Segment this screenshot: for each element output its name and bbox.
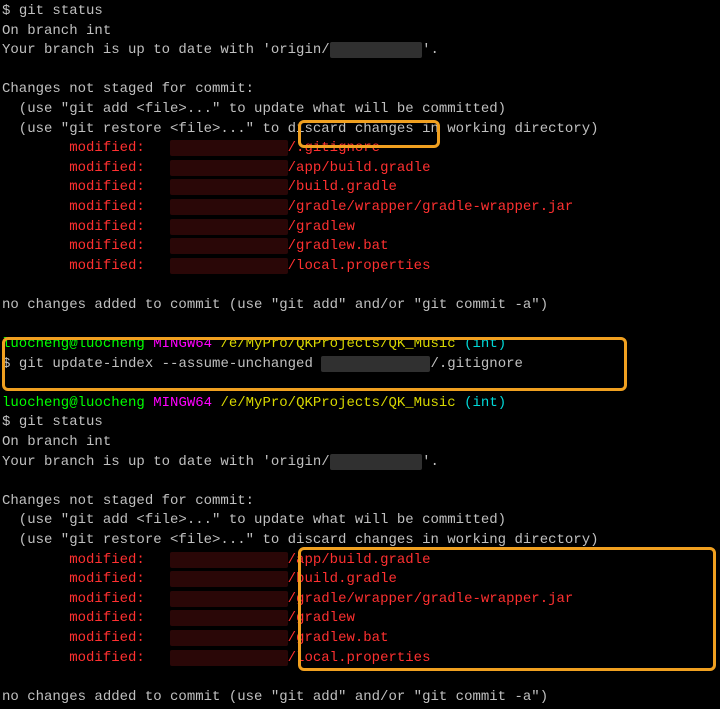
redacted-path: xxxxxxxxxxxxxx	[170, 179, 288, 195]
modified-label: modified:	[2, 591, 170, 607]
command-text: git update-index --assume-unchanged	[19, 356, 321, 372]
ps1-path: /e/MyPro/QKProjects/QK_Music	[220, 395, 455, 411]
command-text: /.gitignore	[430, 356, 522, 372]
file-path: /build.gradle	[288, 571, 397, 587]
prompt-symbol: $	[2, 356, 19, 372]
changes-header: Changes not staged for commit:	[2, 80, 718, 100]
hint-text: (use "git add <file>..." to update what …	[2, 511, 718, 531]
file-path: /gradlew.bat	[288, 630, 389, 646]
command-text: git status	[19, 414, 103, 430]
file-path: /.gitignore	[288, 140, 380, 156]
modified-label: modified:	[2, 552, 170, 568]
file-path: /app/build.gradle	[288, 160, 431, 176]
uptodate-text: Your branch is up to date with 'origin/	[2, 42, 330, 58]
redacted-path: xxxxxxxxxxxxxx	[170, 591, 288, 607]
modified-label: modified:	[2, 199, 170, 215]
ps1-branch: (int)	[464, 336, 506, 352]
redacted-path: xxxxxxxxxxxxxx	[170, 238, 288, 254]
modified-label: modified:	[2, 630, 170, 646]
ps1-user: luocheng@luocheng	[2, 395, 145, 411]
file-path: /app/build.gradle	[288, 552, 431, 568]
file-path: /gradle/wrapper/gradle-wrapper.jar	[288, 591, 574, 607]
redacted-path: xxxxxxxxxxxxxx	[170, 219, 288, 235]
modified-label: modified:	[2, 258, 170, 274]
modified-label: modified:	[2, 238, 170, 254]
file-path: /gradlew	[288, 219, 355, 235]
command-text: git status	[19, 3, 103, 19]
modified-label: modified:	[2, 610, 170, 626]
no-changes-text: no changes added to commit (use "git add…	[2, 688, 718, 708]
redacted-path: xxxxxxxxxxxxxx	[170, 630, 288, 646]
no-changes-text: no changes added to commit (use "git add…	[2, 296, 718, 316]
hint-text: (use "git restore <file>..." to discard …	[2, 120, 718, 140]
file-path: /local.properties	[288, 650, 431, 666]
ps1-mingw: MINGW64	[153, 336, 212, 352]
redacted-path: xxxxxxxxxxxxxx	[170, 552, 288, 568]
file-path: /gradlew	[288, 610, 355, 626]
branch-info: On branch int	[2, 433, 718, 453]
redacted-path: xxxxxxxxxxxxxx	[170, 199, 288, 215]
modified-label: modified:	[2, 219, 170, 235]
modified-label: modified:	[2, 179, 170, 195]
prompt-symbol: $	[2, 3, 19, 19]
uptodate-text: '.	[422, 42, 439, 58]
redacted-remote: xxxxxxxxxxx	[330, 454, 422, 470]
hint-text: (use "git restore <file>..." to discard …	[2, 531, 718, 551]
ps1-user: luocheng@luocheng	[2, 336, 145, 352]
ps1-branch: (int)	[464, 395, 506, 411]
file-path: /gradle/wrapper/gradle-wrapper.jar	[288, 199, 574, 215]
branch-info: On branch int	[2, 22, 718, 42]
modified-label: modified:	[2, 571, 170, 587]
redacted-path: xxxxxxxxxxxxx	[321, 356, 430, 372]
redacted-remote: xxxxxxxxxxx	[330, 42, 422, 58]
file-path: /gradlew.bat	[288, 238, 389, 254]
modified-label: modified:	[2, 140, 170, 156]
modified-label: modified:	[2, 160, 170, 176]
uptodate-text: Your branch is up to date with 'origin/	[2, 454, 330, 470]
redacted-path: xxxxxxxxxxxxxx	[170, 160, 288, 176]
changes-header: Changes not staged for commit:	[2, 492, 718, 512]
file-path: /build.gradle	[288, 179, 397, 195]
hint-text: (use "git add <file>..." to update what …	[2, 100, 718, 120]
ps1-mingw: MINGW64	[153, 395, 212, 411]
redacted-path: xxxxxxxxxxxxxx	[170, 610, 288, 626]
prompt-symbol: $	[2, 414, 19, 430]
modified-label: modified:	[2, 650, 170, 666]
redacted-path: xxxxxxxxxxxxxx	[170, 571, 288, 587]
ps1-path: /e/MyPro/QKProjects/QK_Music	[220, 336, 455, 352]
file-path: /local.properties	[288, 258, 431, 274]
redacted-path: xxxxxxxxxxxxxx	[170, 258, 288, 274]
uptodate-text: '.	[422, 454, 439, 470]
redacted-path: xxxxxxxxxxxxxx	[170, 140, 288, 156]
redacted-path: xxxxxxxxxxxxxx	[170, 650, 288, 666]
terminal-output: $ git status On branch int Your branch i…	[2, 2, 718, 707]
